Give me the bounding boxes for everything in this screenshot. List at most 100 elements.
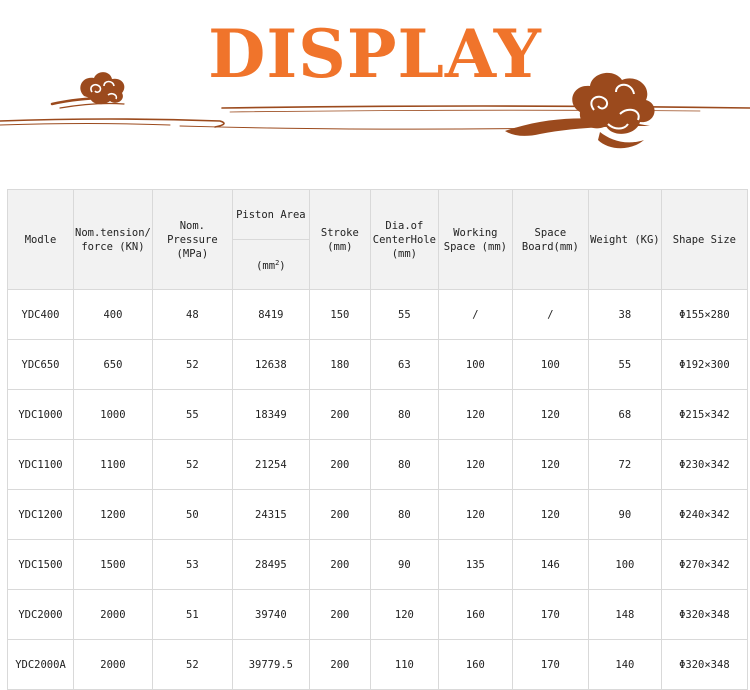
header-center-hole: Dia.of CenterHole (mm): [369, 189, 439, 290]
cell-stroke: 200: [308, 439, 371, 490]
cell-model: YDC1200: [7, 489, 74, 540]
table-row: YDC1200 1200 50 24315 200 80 120 120 90 Φ240×342: [7, 489, 748, 540]
cell-weight: 55: [587, 339, 662, 390]
header-shape-size: Shape Size: [660, 189, 748, 290]
table-row: YDC2000A 2000 52 39779.5 200 110 160 170 140 Φ320…: [7, 639, 748, 690]
cell-model: YDC400: [7, 289, 74, 340]
header-tension: Nom.tension/ force (KN): [73, 189, 153, 290]
cell-weight: 38: [587, 289, 662, 340]
cell-shape: Φ155×280: [660, 289, 748, 340]
header-weight: Weight (KG): [587, 189, 662, 290]
cell-shape: Φ192×300: [660, 339, 748, 390]
cell-tension: 1500: [73, 539, 153, 590]
cell-working: 100: [437, 339, 513, 390]
cell-working: 160: [437, 639, 513, 690]
table-row: YDC1100 1100 52 21254 200 80 120 120 72 Φ230×342: [7, 439, 748, 490]
cell-area: 8419: [231, 289, 310, 340]
table-header: Modle Nom.tension/ force (KN) Nom. Press…: [7, 189, 748, 290]
cell-working: 135: [437, 539, 513, 590]
cell-stroke: 180: [308, 339, 371, 390]
cell-pressure: 50: [151, 489, 233, 540]
cell-board: 170: [511, 589, 589, 640]
specs-table: Modle Nom.tension/ force (KN) Nom. Press…: [7, 189, 748, 690]
cell-stroke: 200: [308, 639, 371, 690]
cell-hole: 63: [369, 339, 439, 390]
header-piston-area: Piston Area: [231, 189, 310, 240]
cell-weight: 140: [587, 639, 662, 690]
cell-tension: 1200: [73, 489, 153, 540]
cell-hole: 110: [369, 639, 439, 690]
cell-shape: Φ270×342: [660, 539, 748, 590]
cell-working: 120: [437, 389, 513, 440]
cell-area: 24315: [231, 489, 310, 540]
cell-board: 120: [511, 389, 589, 440]
table-row: YDC1500 1500 53 28495 200 90 135 146 100 Φ270×342: [7, 539, 748, 590]
cell-pressure: 51: [151, 589, 233, 640]
cell-pressure: 52: [151, 439, 233, 490]
cell-board: 170: [511, 639, 589, 690]
cell-model: YDC2000A: [7, 639, 74, 690]
cell-board: 120: [511, 439, 589, 490]
cell-tension: 2000: [73, 639, 153, 690]
cell-area: 21254: [231, 439, 310, 490]
cell-pressure: 52: [151, 339, 233, 390]
cell-hole: 120: [369, 589, 439, 640]
cell-weight: 100: [587, 539, 662, 590]
cell-pressure: 52: [151, 639, 233, 690]
cell-area: 39779.5: [231, 639, 310, 690]
cell-tension: 2000: [73, 589, 153, 640]
cell-stroke: 150: [308, 289, 371, 340]
cell-tension: 1100: [73, 439, 153, 490]
cell-model: YDC1000: [7, 389, 74, 440]
cell-model: YDC1500: [7, 539, 74, 590]
header-working-space: Working Space (mm): [437, 189, 513, 290]
cell-stroke: 200: [308, 489, 371, 540]
cell-stroke: 200: [308, 389, 371, 440]
cell-hole: 80: [369, 439, 439, 490]
table-row: YDC2000 2000 51 39740 200 120 160 170 148 Φ320×34…: [7, 589, 748, 640]
cell-area: 18349: [231, 389, 310, 440]
cell-board: 120: [511, 489, 589, 540]
cell-shape: Φ320×348: [660, 589, 748, 640]
cell-board: /: [511, 289, 589, 340]
cell-stroke: 200: [308, 589, 371, 640]
display-banner: DISPLAY: [0, 0, 750, 190]
page-title: DISPLAY: [208, 15, 542, 93]
cell-area: 28495: [231, 539, 310, 590]
cell-shape: Φ215×342: [660, 389, 748, 440]
cell-pressure: 48: [151, 289, 233, 340]
table-body: YDC400 400 48 8419 150 55//38 Φ155×280 YDC650 65…: [7, 289, 748, 690]
cell-weight: 90: [587, 489, 662, 540]
cell-working: 120: [437, 439, 513, 490]
header-model: Modle: [7, 189, 74, 290]
cell-hole: 80: [369, 489, 439, 540]
cell-model: YDC650: [7, 339, 74, 390]
cell-tension: 650: [73, 339, 153, 390]
cell-pressure: 55: [151, 389, 233, 440]
cell-model: YDC2000: [7, 589, 74, 640]
cell-pressure: 53: [151, 539, 233, 590]
header-space-board: Space Board(mm): [511, 189, 589, 290]
cell-hole: 55: [369, 289, 439, 340]
cell-shape: Φ230×342: [660, 439, 748, 490]
cell-shape: Φ240×342: [660, 489, 748, 540]
cell-weight: 72: [587, 439, 662, 490]
header-stroke: Stroke (mm): [308, 189, 371, 290]
cell-weight: 148: [587, 589, 662, 640]
cell-shape: Φ320×348: [660, 639, 748, 690]
cell-model: YDC1100: [7, 439, 74, 490]
cell-hole: 90: [369, 539, 439, 590]
header-piston-unit: (mm2): [231, 239, 310, 290]
table-row: YDC400 400 48 8419 150 55//38 Φ155×280: [7, 289, 748, 340]
cell-tension: 1000: [73, 389, 153, 440]
table-row: YDC650 650 52 12638 180 63 100 100 55 Φ192×300: [7, 339, 748, 390]
cell-tension: 400: [73, 289, 153, 340]
cell-area: 39740: [231, 589, 310, 640]
cell-stroke: 200: [308, 539, 371, 590]
cell-weight: 68: [587, 389, 662, 440]
table-row: YDC1000 1000 55 18349 200 80 120 120 68 Φ215×342: [7, 389, 748, 440]
header-pressure: Nom. Pressure (MPa): [151, 189, 233, 290]
cell-board: 146: [511, 539, 589, 590]
cell-working: 120: [437, 489, 513, 540]
cell-working: /: [437, 289, 513, 340]
